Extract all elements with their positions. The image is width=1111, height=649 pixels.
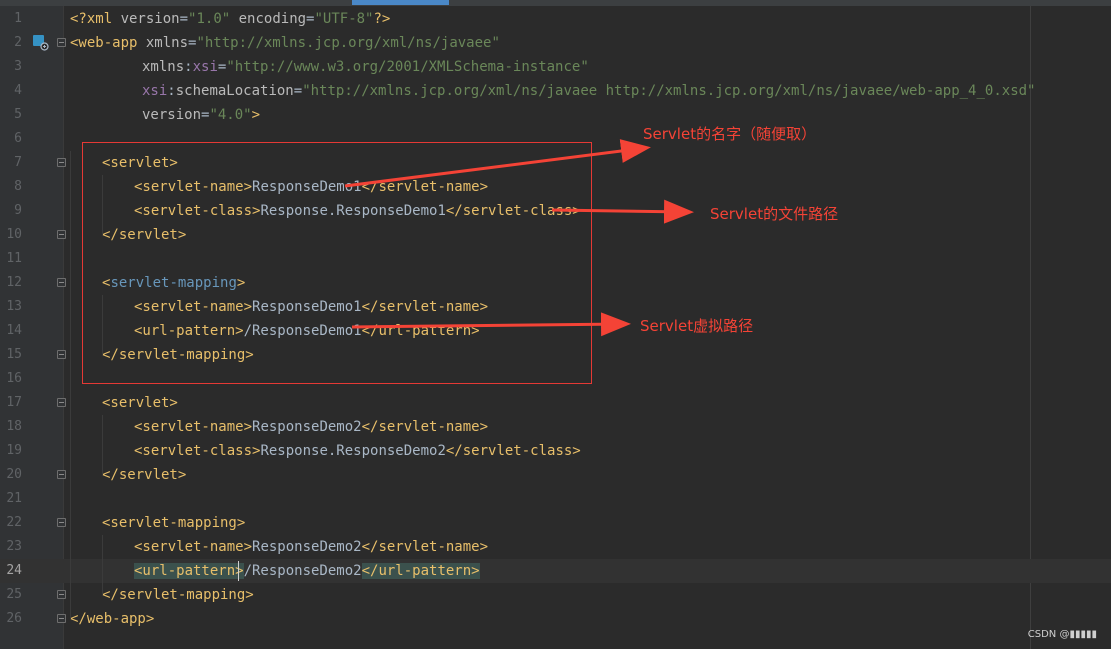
servlet-class-note: Servlet的文件路径 [710, 205, 839, 223]
arrow-url-pattern [351, 312, 631, 337]
url-pattern-note: Servlet虚拟路径 [640, 317, 754, 335]
servlet-name-note: Servlet的名字（随便取） [643, 125, 817, 143]
annotation-arrows [344, 139, 694, 337]
arrow-servlet-class [551, 199, 694, 224]
code-editor[interactable]: 1 <?xml version="1.0" encoding="UTF-8"?> 2… [0, 0, 1111, 649]
watermark: CSDN @▮▮▮▮▮ [1027, 629, 1097, 640]
arrow-servlet-name [344, 139, 651, 188]
